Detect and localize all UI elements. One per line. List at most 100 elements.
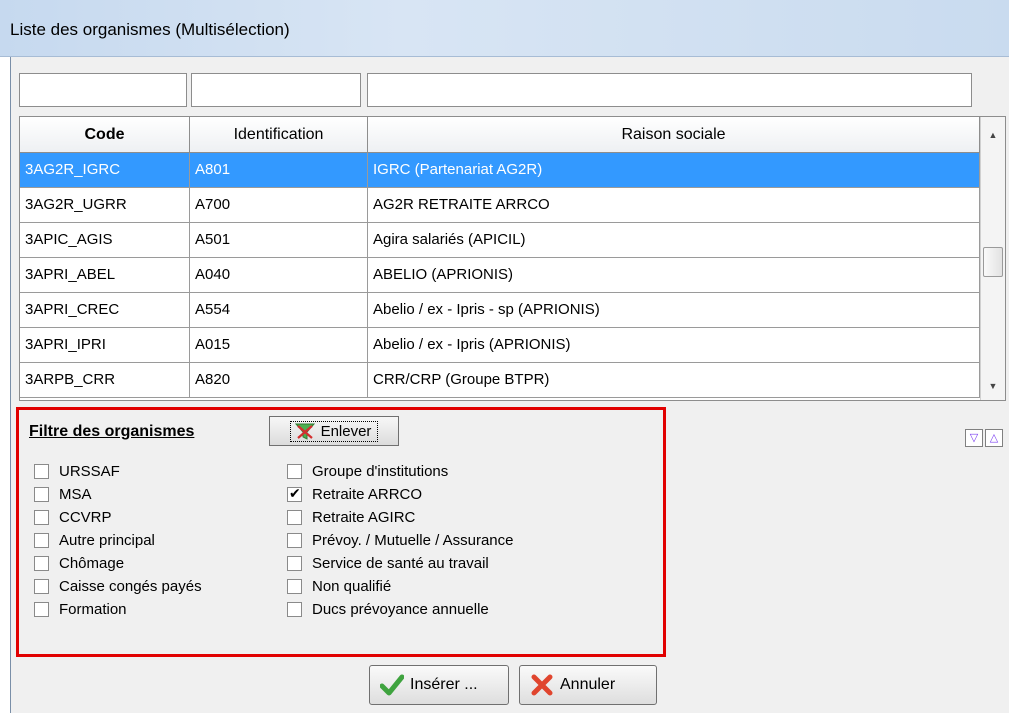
cell-raison-sociale[interactable]: Agira salariés (APICIL) bbox=[368, 223, 980, 257]
table-row[interactable]: 3APIC_AGIS A501 Agira salariés (APICIL) bbox=[20, 223, 980, 258]
filter-option[interactable]: Ducs prévoyance annuelle bbox=[287, 598, 513, 621]
cell-identification[interactable]: A554 bbox=[190, 293, 368, 327]
column-header-raison-sociale[interactable]: Raison sociale bbox=[368, 117, 980, 153]
cell-identification[interactable]: A820 bbox=[190, 363, 368, 397]
window-title: Liste des organismes (Multisélection) bbox=[10, 20, 290, 39]
checkbox[interactable] bbox=[287, 556, 302, 571]
filter-option[interactable]: URSSAF bbox=[34, 460, 202, 483]
cell-identification[interactable]: A501 bbox=[190, 223, 368, 257]
checkbox-label[interactable]: Ducs prévoyance annuelle bbox=[312, 601, 489, 618]
checkbox[interactable] bbox=[287, 510, 302, 525]
cell-identification[interactable]: A700 bbox=[190, 188, 368, 222]
table-row[interactable]: 3APRI_CREC A554 Abelio / ex - Ipris - sp (… bbox=[20, 293, 980, 328]
identification-filter-input[interactable] bbox=[191, 73, 361, 107]
cell-code[interactable]: 3AG2R_IGRC bbox=[20, 153, 190, 187]
scroll-down-icon[interactable]: ▼ bbox=[981, 376, 1005, 396]
cell-identification[interactable]: A801 bbox=[190, 153, 368, 187]
filter-option[interactable]: Chômage bbox=[34, 552, 202, 575]
filter-option[interactable]: Formation bbox=[34, 598, 202, 621]
checkmark-icon bbox=[380, 674, 404, 696]
filter-option[interactable]: Groupe d'institutions bbox=[287, 460, 513, 483]
filter-option[interactable]: MSA bbox=[34, 483, 202, 506]
checkbox-label[interactable]: MSA bbox=[59, 486, 92, 503]
panel-toggle-arrows: ▽ △ bbox=[965, 429, 1003, 447]
cancel-button[interactable]: Annuler bbox=[519, 665, 657, 705]
cell-raison-sociale[interactable]: ABELIO (APRIONIS) bbox=[368, 258, 980, 292]
checkbox[interactable] bbox=[34, 556, 49, 571]
raison-filter-input[interactable] bbox=[367, 73, 972, 107]
insert-button[interactable]: Insérer ... bbox=[369, 665, 509, 705]
cell-raison-sociale[interactable]: CRR/CRP (Groupe BTPR) bbox=[368, 363, 980, 397]
grid-header: Code Identification Raison sociale bbox=[20, 117, 980, 153]
column-header-identification[interactable]: Identification bbox=[190, 117, 368, 153]
filter-option[interactable]: Autre principal bbox=[34, 529, 202, 552]
cancel-button-label: Annuler bbox=[560, 676, 616, 693]
checkbox-label[interactable]: CCVRP bbox=[59, 509, 112, 526]
cell-code[interactable]: 3APRI_CREC bbox=[20, 293, 190, 327]
cell-raison-sociale[interactable]: IGRC (Partenariat AG2R) bbox=[368, 153, 980, 187]
cell-raison-sociale[interactable]: Abelio / ex - Ipris (APRIONIS) bbox=[368, 328, 980, 362]
table-row[interactable]: 3AG2R_IGRC A801 IGRC (Partenariat AG2R) bbox=[20, 153, 980, 188]
cancel-x-icon bbox=[531, 674, 553, 696]
filter-panel-title: Filtre des organismes bbox=[29, 423, 195, 440]
filter-options-right: Groupe d'institutions Retraite ARRCO Retra… bbox=[287, 460, 513, 621]
column-header-code[interactable]: Code bbox=[20, 117, 190, 153]
filter-option[interactable]: Prévoy. / Mutuelle / Assurance bbox=[287, 529, 513, 552]
insert-button-label: Insérer ... bbox=[410, 676, 478, 693]
table-row[interactable]: 3AG2R_UGRR A700 AG2R RETRAITE ARRCO bbox=[20, 188, 980, 223]
checkbox[interactable] bbox=[287, 464, 302, 479]
scroll-up-icon[interactable]: ▲ bbox=[981, 125, 1005, 145]
filter-option[interactable]: CCVRP bbox=[34, 506, 202, 529]
cell-code[interactable]: 3ARPB_CRR bbox=[20, 363, 190, 397]
cell-raison-sociale[interactable]: Abelio / ex - Ipris - sp (APRIONIS) bbox=[368, 293, 980, 327]
expand-up-icon[interactable]: △ bbox=[985, 429, 1003, 447]
checkbox-label[interactable]: Retraite ARRCO bbox=[312, 486, 422, 503]
cell-identification[interactable]: A015 bbox=[190, 328, 368, 362]
window-titlebar: Liste des organismes (Multisélection) bbox=[0, 0, 1009, 57]
cell-raison-sociale[interactable]: AG2R RETRAITE ARRCO bbox=[368, 188, 980, 222]
checkbox[interactable] bbox=[34, 579, 49, 594]
filter-option[interactable]: Retraite ARRCO bbox=[287, 483, 513, 506]
checkbox[interactable] bbox=[287, 579, 302, 594]
organismes-filter-panel: Filtre des organismes Enlever URSSAF MSA C… bbox=[16, 407, 666, 657]
checkbox-label[interactable]: Service de santé au travail bbox=[312, 555, 489, 572]
grid-body: 3AG2R_IGRC A801 IGRC (Partenariat AG2R) 3AG… bbox=[20, 153, 980, 398]
filter-option[interactable]: Non qualifié bbox=[287, 575, 513, 598]
cell-code[interactable]: 3APRI_ABEL bbox=[20, 258, 190, 292]
checkbox[interactable] bbox=[287, 533, 302, 548]
clear-filter-funnel-icon bbox=[294, 423, 315, 440]
remove-filter-label: Enlever bbox=[320, 422, 372, 440]
filter-option[interactable]: Caisse congés payés bbox=[34, 575, 202, 598]
table-row[interactable]: 3APRI_IPRI A015 Abelio / ex - Ipris (APRIO… bbox=[20, 328, 980, 363]
filter-options-left: URSSAF MSA CCVRP Autre principal Chômage Cais… bbox=[34, 460, 202, 621]
table-row[interactable]: 3APRI_ABEL A040 ABELIO (APRIONIS) bbox=[20, 258, 980, 293]
checkbox[interactable] bbox=[34, 510, 49, 525]
checkbox-label[interactable]: Non qualifié bbox=[312, 578, 391, 595]
cell-code[interactable]: 3APRI_IPRI bbox=[20, 328, 190, 362]
remove-filter-button[interactable]: Enlever bbox=[269, 416, 399, 446]
checkbox-label[interactable]: Retraite AGIRC bbox=[312, 509, 415, 526]
checkbox[interactable] bbox=[287, 602, 302, 617]
checkbox[interactable] bbox=[34, 487, 49, 502]
table-row[interactable]: 3ARPB_CRR A820 CRR/CRP (Groupe BTPR) bbox=[20, 363, 980, 398]
code-filter-input[interactable] bbox=[19, 73, 187, 107]
checkbox-label[interactable]: URSSAF bbox=[59, 463, 120, 480]
filter-option[interactable]: Service de santé au travail bbox=[287, 552, 513, 575]
grid-vertical-scrollbar[interactable]: ▲ ▼ bbox=[980, 117, 1005, 400]
checkbox[interactable] bbox=[34, 533, 49, 548]
checkbox-label[interactable]: Caisse congés payés bbox=[59, 578, 202, 595]
scroll-thumb[interactable] bbox=[983, 247, 1003, 277]
cell-code[interactable]: 3APIC_AGIS bbox=[20, 223, 190, 257]
checkbox[interactable] bbox=[34, 464, 49, 479]
checkbox-label[interactable]: Groupe d'institutions bbox=[312, 463, 448, 480]
cell-identification[interactable]: A040 bbox=[190, 258, 368, 292]
cell-code[interactable]: 3AG2R_UGRR bbox=[20, 188, 190, 222]
checkbox-label[interactable]: Chômage bbox=[59, 555, 124, 572]
checkbox[interactable] bbox=[34, 602, 49, 617]
filter-option[interactable]: Retraite AGIRC bbox=[287, 506, 513, 529]
checkbox-label[interactable]: Prévoy. / Mutuelle / Assurance bbox=[312, 532, 513, 549]
checkbox-label[interactable]: Autre principal bbox=[59, 532, 155, 549]
collapse-down-icon[interactable]: ▽ bbox=[965, 429, 983, 447]
checkbox[interactable] bbox=[287, 485, 302, 502]
checkbox-label[interactable]: Formation bbox=[59, 601, 127, 618]
